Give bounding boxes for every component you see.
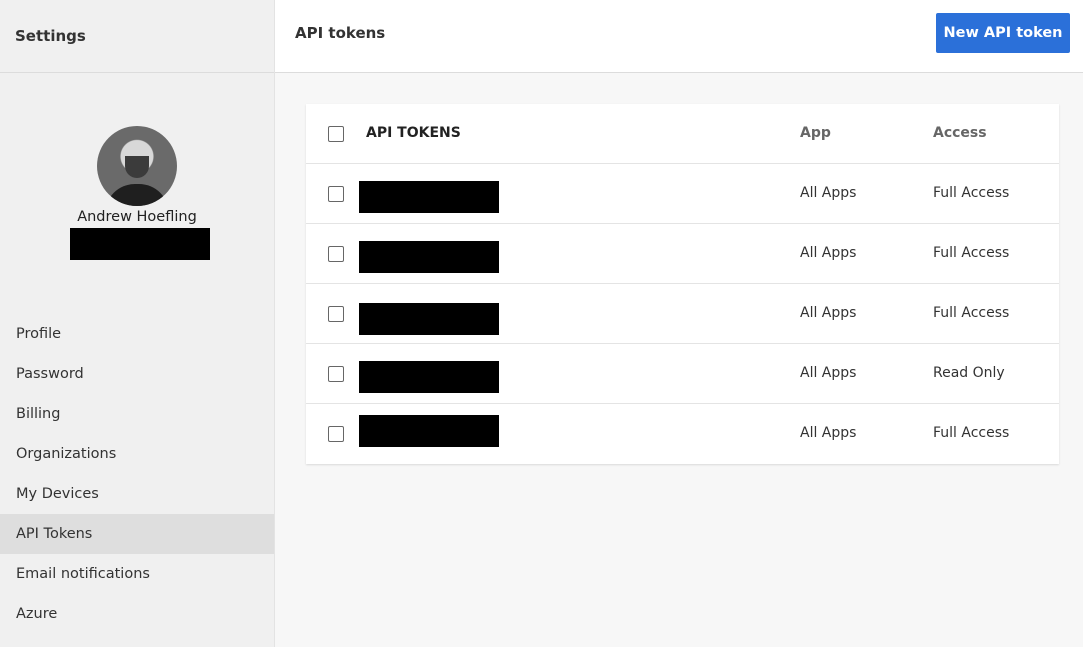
token-access: Full Access — [933, 305, 1010, 321]
sidebar-item-email-notifications[interactable]: Email notifications — [0, 554, 274, 594]
redacted-token-name — [359, 181, 499, 213]
token-app: All Apps — [800, 245, 857, 261]
sidebar-item-profile[interactable]: Profile — [0, 314, 274, 354]
table-row[interactable]: All Apps Read Only — [306, 344, 1059, 404]
select-all-checkbox[interactable] — [328, 126, 344, 142]
page-header: API tokens New API token — [275, 0, 1083, 73]
redacted-token-name — [359, 415, 499, 447]
token-app: All Apps — [800, 425, 857, 441]
settings-nav: Profile Password Billing Organizations M… — [0, 314, 274, 634]
app-window: Settings Andrew Hoefling Profile Passwor… — [0, 0, 1083, 647]
token-access: Full Access — [933, 425, 1010, 441]
redacted-token-name — [359, 361, 499, 393]
row-checkbox[interactable] — [328, 426, 344, 442]
row-checkbox[interactable] — [328, 366, 344, 382]
token-app: All Apps — [800, 185, 857, 201]
row-checkbox[interactable] — [328, 186, 344, 202]
table-row[interactable]: All Apps Full Access — [306, 224, 1059, 284]
token-access: Full Access — [933, 245, 1010, 261]
token-access: Full Access — [933, 185, 1010, 201]
redacted-token-name — [359, 303, 499, 335]
table-header-row: API TOKENS App Access — [306, 104, 1059, 164]
redacted-token-name — [359, 241, 499, 273]
column-header-app[interactable]: App — [800, 125, 831, 141]
table-row[interactable]: All Apps Full Access — [306, 164, 1059, 224]
token-app: All Apps — [800, 305, 857, 321]
sidebar-item-my-devices[interactable]: My Devices — [0, 474, 274, 514]
table-row[interactable]: All Apps Full Access — [306, 404, 1059, 464]
avatar — [97, 126, 177, 206]
sidebar-title: Settings — [0, 0, 274, 73]
sidebar: Settings Andrew Hoefling Profile Passwor… — [0, 0, 275, 647]
sidebar-item-password[interactable]: Password — [0, 354, 274, 394]
sidebar-item-billing[interactable]: Billing — [0, 394, 274, 434]
sidebar-item-azure[interactable]: Azure — [0, 594, 274, 634]
redacted-email — [69, 228, 210, 260]
page-title: API tokens — [295, 24, 386, 42]
new-api-token-button[interactable]: New API token — [936, 13, 1070, 53]
token-app: All Apps — [800, 365, 857, 381]
sidebar-item-api-tokens[interactable]: API Tokens — [0, 514, 274, 554]
row-checkbox[interactable] — [328, 246, 344, 262]
column-header-api-tokens[interactable]: API TOKENS — [366, 125, 461, 141]
profile-block: Andrew Hoefling — [0, 126, 274, 260]
profile-name: Andrew Hoefling — [77, 209, 197, 225]
row-checkbox[interactable] — [328, 306, 344, 322]
column-header-access[interactable]: Access — [933, 125, 987, 141]
token-access: Read Only — [933, 365, 1005, 381]
table-row[interactable]: All Apps Full Access — [306, 284, 1059, 344]
api-tokens-table: API TOKENS App Access All Apps Full Acce… — [306, 104, 1059, 464]
sidebar-item-organizations[interactable]: Organizations — [0, 434, 274, 474]
